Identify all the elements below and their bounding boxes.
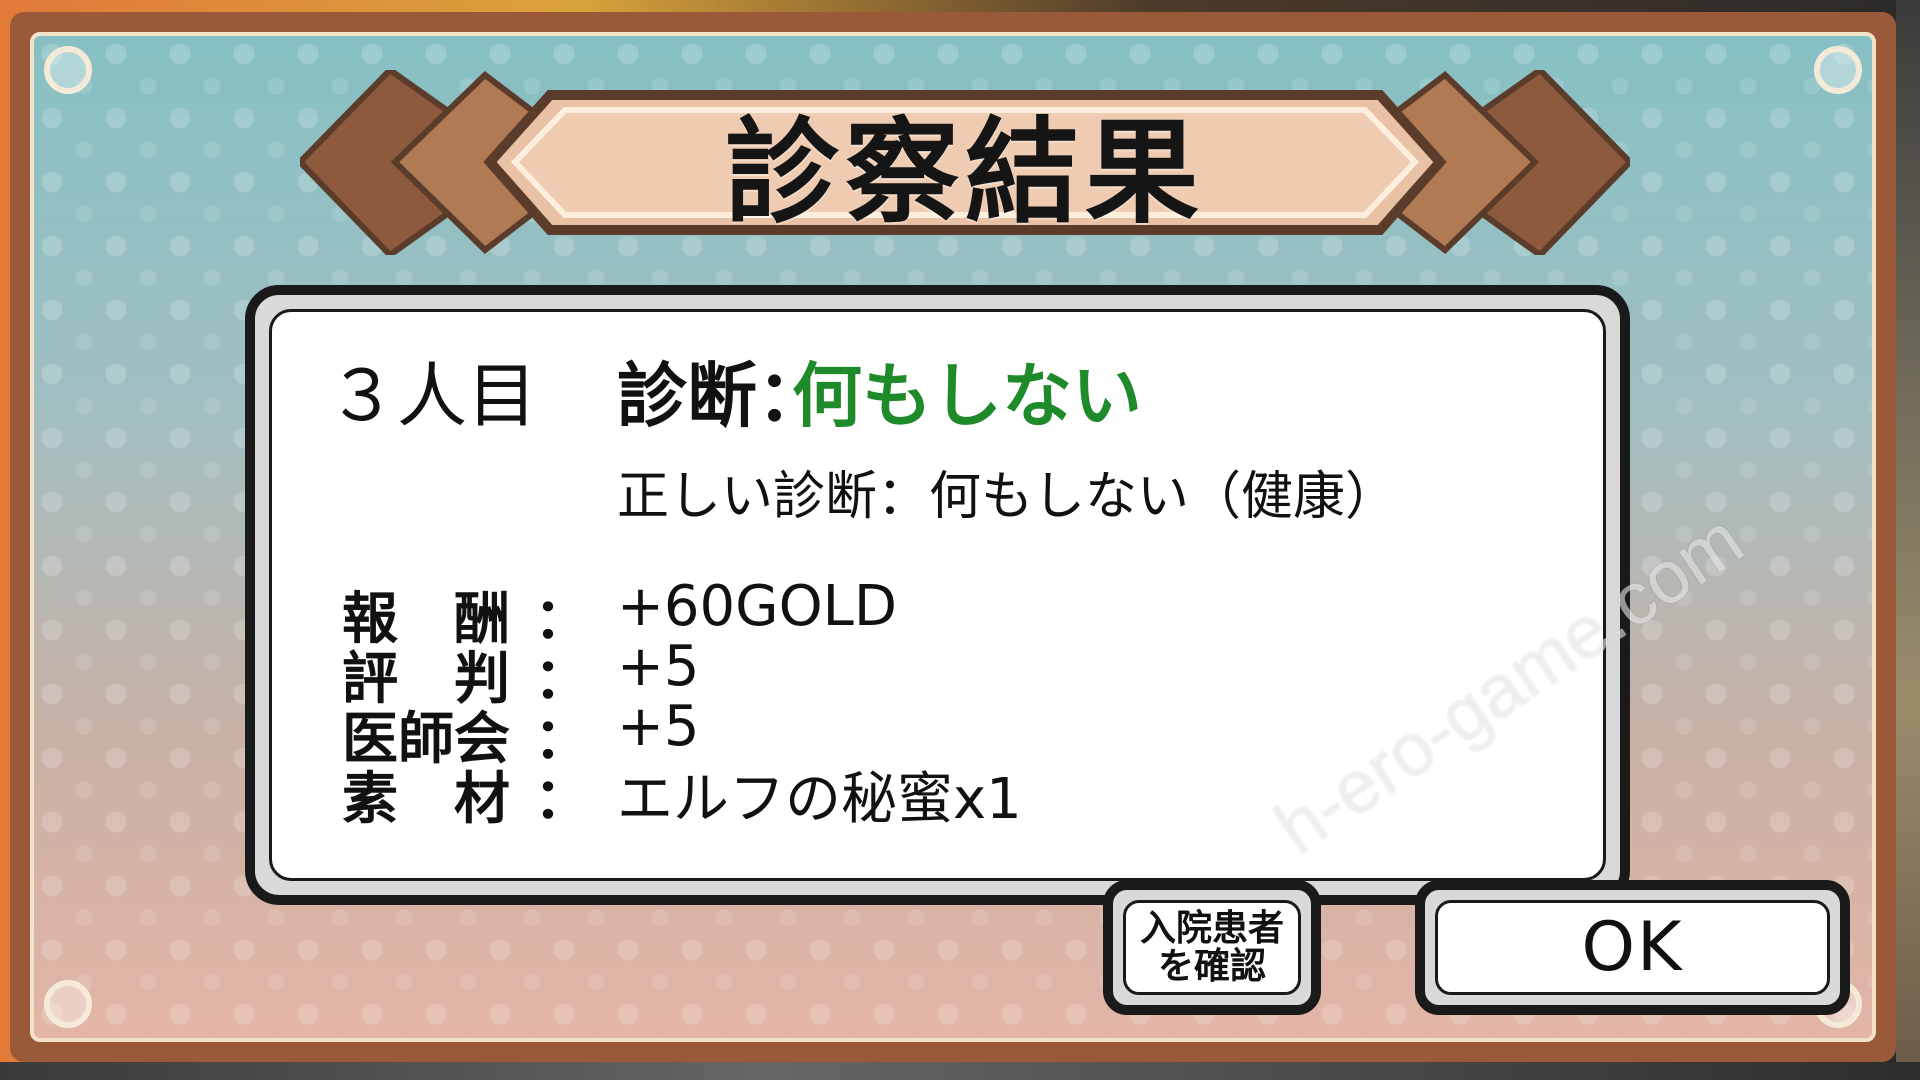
material-label: 素 材 bbox=[342, 767, 510, 832]
material-value: エルフの秘蜜x1 bbox=[617, 767, 1022, 832]
material-colon: ： bbox=[534, 767, 590, 832]
result-panel-inner: ３人目 診断： 何もしない 正しい診断：何もしない（健康） 報 酬 ： +60G… bbox=[269, 309, 1606, 881]
ok-button[interactable]: OK bbox=[1415, 880, 1850, 1015]
diagnosis-value: 何もしない bbox=[792, 355, 1142, 437]
reputation-value: +5 bbox=[617, 634, 700, 699]
result-panel: ３人目 診断： 何もしない 正しい診断：何もしない（健康） 報 酬 ： +60G… bbox=[245, 285, 1630, 905]
ok-label: OK bbox=[1435, 900, 1830, 995]
check-inpatients-button[interactable]: 入院患者 を確認 bbox=[1103, 880, 1321, 1015]
game-screen: 診察結果 ３人目 診断： 何もしない 正しい診断：何もしない（健康） 報 酬 ：… bbox=[0, 0, 1920, 1080]
medical-association-value: +5 bbox=[617, 694, 700, 759]
corner-ornament-icon bbox=[1814, 46, 1862, 94]
correct-diagnosis: 正しい診断：何もしない（健康） bbox=[617, 467, 1398, 527]
check-inpatients-label: 入院患者 を確認 bbox=[1123, 900, 1301, 995]
patient-number: ３人目 bbox=[327, 355, 537, 437]
reward-value: +60GOLD bbox=[617, 574, 897, 639]
background-scene-right bbox=[1896, 0, 1920, 1080]
page-title: 診察結果 bbox=[724, 106, 1205, 239]
title-banner: 診察結果 bbox=[300, 70, 1630, 255]
corner-ornament-icon bbox=[44, 46, 92, 94]
background-scene-bottom bbox=[0, 1062, 1920, 1080]
corner-ornament-icon bbox=[44, 980, 92, 1028]
